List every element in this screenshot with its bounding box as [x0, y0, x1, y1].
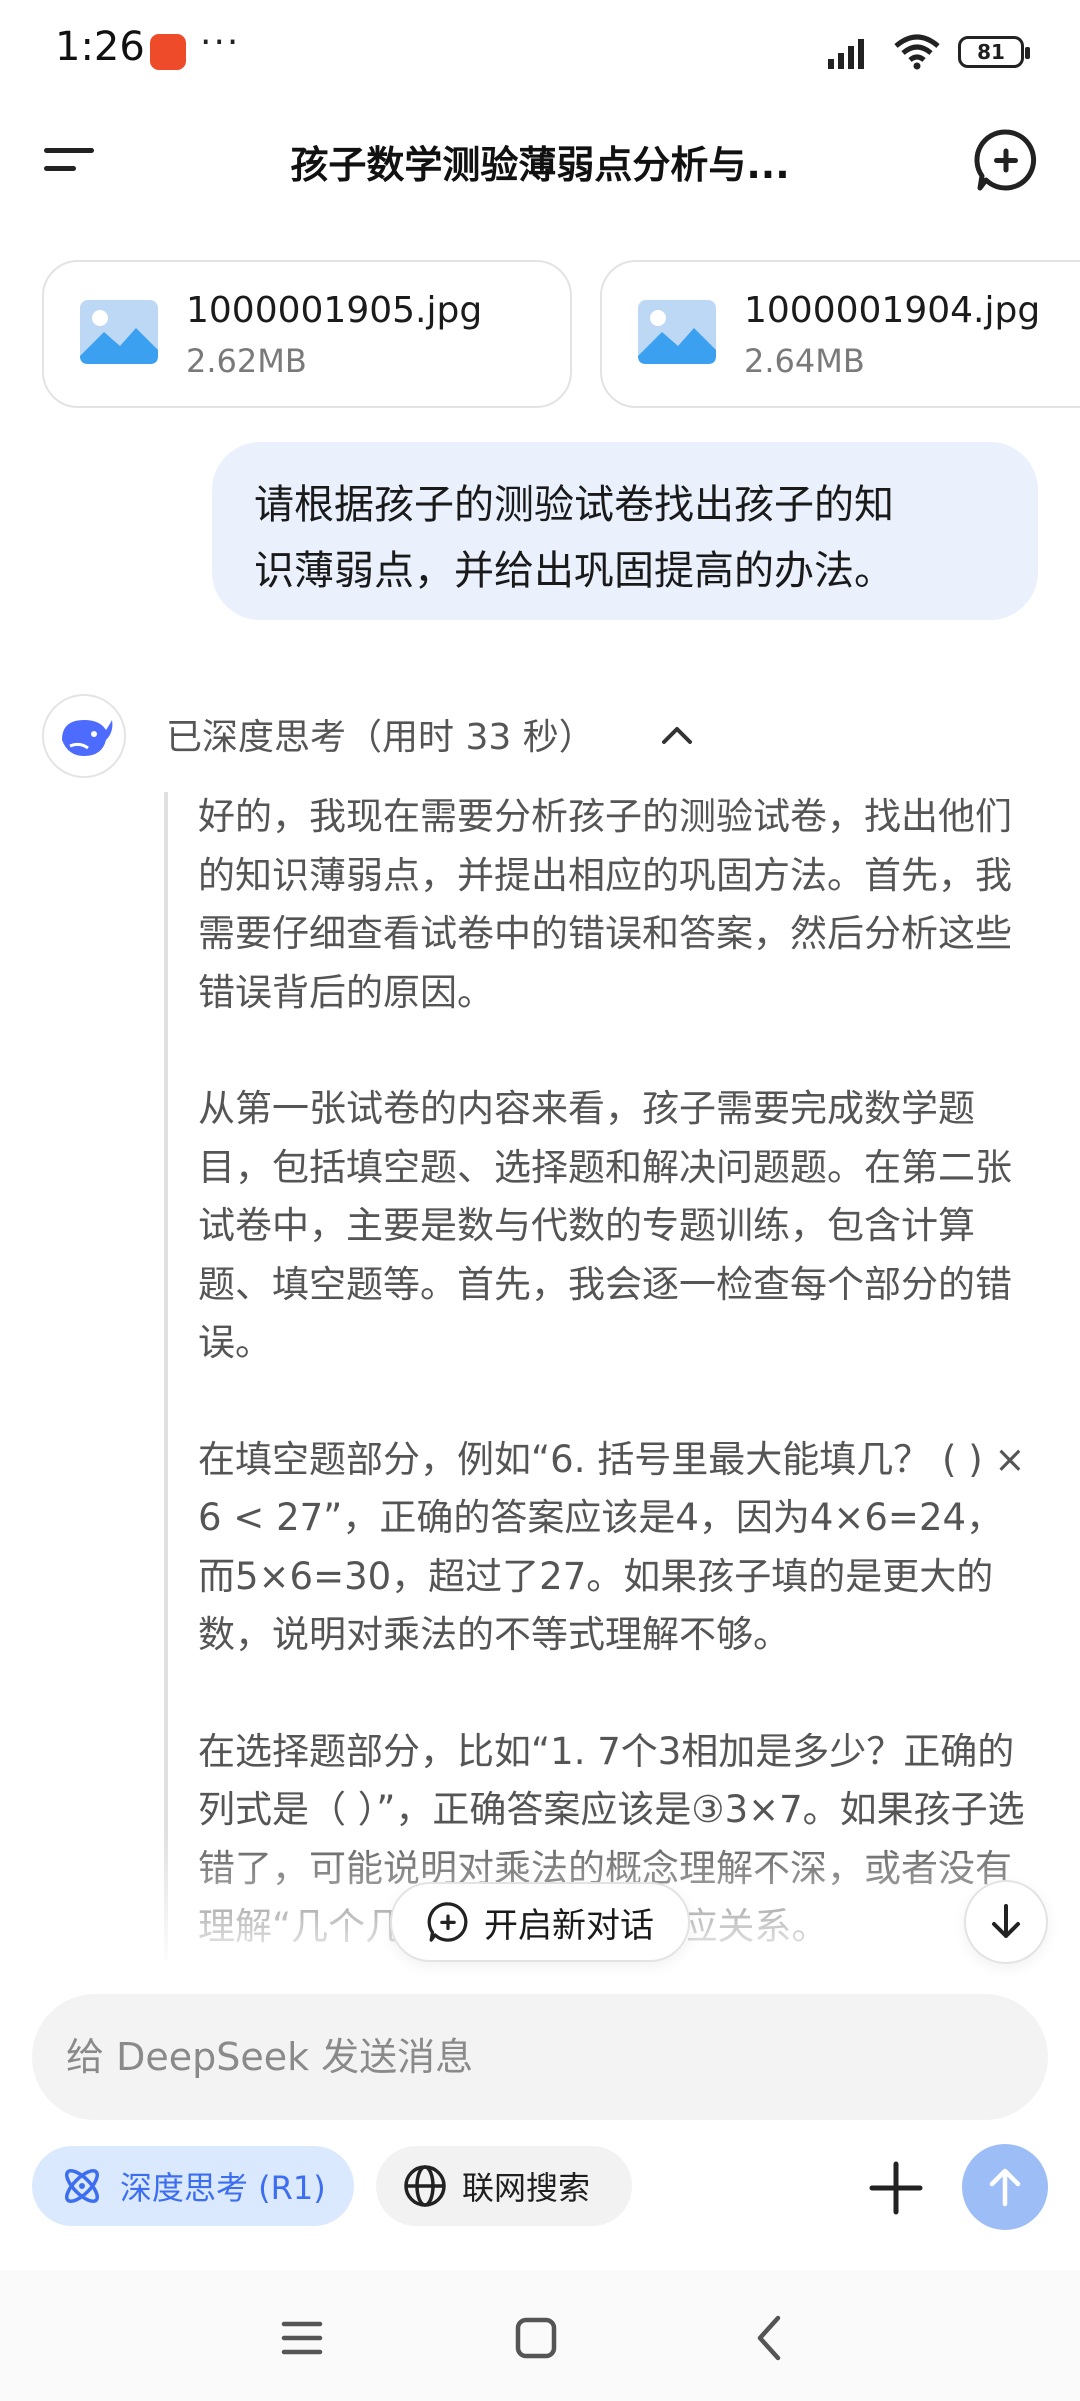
web-search-toggle[interactable]: 联网搜索 — [376, 2146, 632, 2226]
deep-think-label: 深度思考 (R1) — [120, 2169, 326, 2207]
attachment-card[interactable]: 1000001905.jpg 2.62MB — [42, 260, 572, 408]
new-chat-icon — [427, 1902, 468, 1942]
status-time: 1:26 — [55, 24, 145, 70]
attachment-size: 2.64MB — [744, 342, 865, 380]
battery-icon: 81 — [958, 36, 1030, 68]
assistant-avatar — [42, 694, 126, 778]
thinking-divider — [164, 792, 168, 1962]
app-header: 孩子数学测验薄弱点分析与... — [0, 110, 1080, 210]
image-file-icon — [80, 300, 158, 364]
user-message-line: 请根据孩子的测验试卷找出孩子的知 — [254, 482, 894, 528]
app-notification-icon — [150, 34, 186, 70]
user-message-bubble: 请根据孩子的测验试卷找出孩子的知 识薄弱点，并给出巩固提高的办法。 — [212, 442, 1038, 620]
user-message-line: 识薄弱点，并给出巩固提高的办法。 — [254, 548, 894, 594]
new-chat-button[interactable]: 开启新对话 — [390, 1882, 690, 1962]
attachment-name: 1000001904.jpg — [744, 290, 1041, 331]
more-notifications-icon: ··· — [200, 22, 241, 63]
attachment-name: 1000001905.jpg — [186, 290, 483, 331]
thinking-status-label[interactable]: 已深度思考（用时 33 秒） — [166, 708, 595, 760]
wifi-icon — [894, 34, 940, 70]
status-icons: 81 — [826, 30, 1030, 74]
deep-think-toggle[interactable]: 深度思考 (R1) — [32, 2146, 354, 2226]
attachment-list: 1000001905.jpg 2.62MB 1000001904.jpg 2.6… — [42, 260, 1080, 410]
atom-icon — [65, 2169, 99, 2203]
scroll-to-bottom-button[interactable] — [964, 1880, 1048, 1964]
new-chat-icon[interactable] — [972, 126, 1040, 194]
attachment-size: 2.62MB — [186, 342, 307, 380]
image-file-icon — [638, 300, 716, 364]
status-bar: 1:26 ··· 81 — [0, 0, 1080, 100]
new-chat-label: 开启新对话 — [484, 1905, 654, 1946]
system-nav-bar — [0, 2270, 1080, 2401]
attachment-card[interactable]: 1000001904.jpg 2.64MB — [600, 260, 1080, 408]
menu-icon[interactable] — [42, 140, 96, 180]
add-attachment-icon[interactable] — [866, 2158, 926, 2218]
signal-icon — [828, 39, 864, 69]
chevron-up-icon[interactable] — [660, 722, 694, 748]
arrow-down-icon — [992, 1904, 1020, 1938]
deepseek-whale-icon — [62, 720, 113, 756]
home-icon[interactable] — [506, 2308, 566, 2368]
thinking-paragraph: 从第一张试卷的内容来看，孩子需要完成数学题目，包括填空题、选择题和解决问题题。在… — [198, 1087, 1012, 1364]
thinking-paragraph: 好的，我现在需要分析孩子的测验试卷，找出他们的知识薄弱点，并提出相应的巩固方法。… — [198, 795, 1012, 1014]
web-search-label: 联网搜索 — [462, 2169, 591, 2207]
thinking-content: 好的，我现在需要分析孩子的测验试卷，找出他们的知识薄弱点，并提出相应的巩固方法。… — [198, 788, 1028, 1960]
recent-apps-icon[interactable] — [272, 2308, 332, 2368]
page-title: 孩子数学测验薄弱点分析与... — [290, 143, 790, 187]
message-input[interactable] — [32, 1994, 1048, 2120]
thinking-paragraph: 在填空题部分，例如“6. 括号里最大能填几？ ( ) × 6 < 27”，正确的… — [198, 1437, 1026, 1657]
arrow-up-icon — [989, 2168, 1021, 2207]
back-icon[interactable] — [740, 2308, 800, 2368]
globe-icon — [404, 2165, 446, 2207]
send-button[interactable] — [962, 2144, 1048, 2230]
